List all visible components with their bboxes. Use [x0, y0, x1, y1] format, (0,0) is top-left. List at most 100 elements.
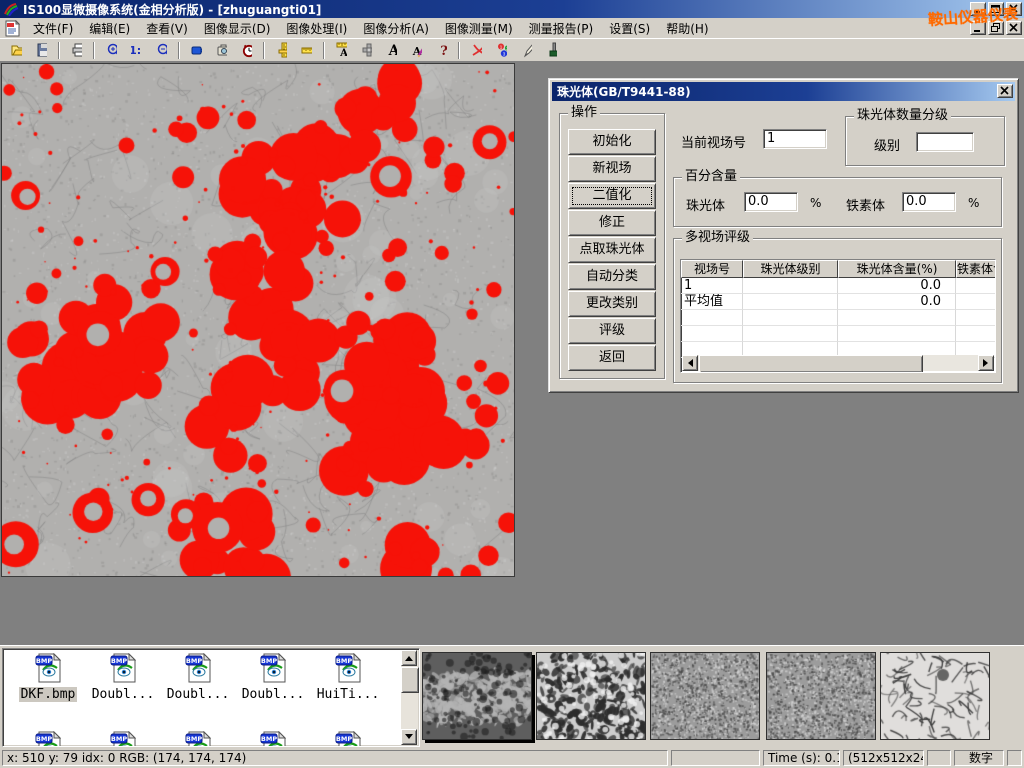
- thumbnail-1[interactable]: [422, 652, 532, 740]
- hscroll-thumb[interactable]: [699, 355, 923, 373]
- zoom-out-icon[interactable]: [149, 40, 174, 61]
- menu-item-0[interactable]: 文件(F): [25, 20, 81, 38]
- file-item-HuiTi---[interactable]: BMP HuiTi...: [311, 653, 385, 702]
- ruler-icon[interactable]: [294, 40, 319, 61]
- grid-icon[interactable]: [354, 40, 379, 61]
- table-column-header-1[interactable]: 珠光体级别: [743, 260, 838, 278]
- table-body: 10.0平均值0.0: [681, 278, 995, 358]
- file-item-Doubl---[interactable]: BMPDoubl...: [86, 653, 160, 702]
- operate-button-6[interactable]: 更改类别: [568, 291, 656, 317]
- pen-icon[interactable]: [514, 40, 539, 61]
- brush-icon[interactable]: [539, 40, 564, 61]
- file-name[interactable]: Doubl...: [240, 687, 307, 702]
- menu-item-8[interactable]: 设置(S): [601, 20, 658, 38]
- maximize-button[interactable]: [988, 2, 1004, 16]
- dialog-title-bar[interactable]: 珠光体(GB/T9441-88): [552, 82, 1015, 101]
- status-empty-1: [671, 750, 760, 766]
- file-name[interactable]: DKF.bmp: [19, 687, 78, 702]
- grading-group: 珠光体数量分级 级别: [845, 116, 1005, 166]
- file-item-Doubl---[interactable]: BMPDoubl...: [236, 653, 310, 702]
- file-list[interactable]: BMPDKF.bmpBMPDoubl...BMPDoubl...BMPDoubl…: [2, 648, 420, 747]
- save-icon[interactable]: [29, 40, 54, 61]
- table-column-header-2[interactable]: 珠光体含量(%): [838, 260, 956, 278]
- video-camera-icon[interactable]: [184, 40, 209, 61]
- operate-button-1[interactable]: 新视场: [568, 156, 656, 182]
- minimize-button[interactable]: [970, 2, 986, 16]
- status-empty-3: [1007, 750, 1022, 766]
- file-item-Doubl---[interactable]: BMPDoubl...: [161, 653, 235, 702]
- ferrite-input[interactable]: 0.0: [902, 192, 956, 212]
- table-hscrollbar[interactable]: [682, 355, 994, 371]
- scroll-left-icon[interactable]: [682, 355, 698, 371]
- operate-button-7[interactable]: 评级: [568, 318, 656, 344]
- file-browser-panel: BMPDKF.bmpBMPDoubl...BMPDoubl...BMPDoubl…: [0, 645, 1024, 748]
- table-column-header-3[interactable]: 铁素体含量(%): [956, 260, 996, 278]
- print-icon[interactable]: [64, 40, 89, 61]
- edit-text-icon[interactable]: A: [404, 40, 429, 61]
- file-item-clipped[interactable]: BMP: [161, 731, 235, 747]
- thumbnail-4[interactable]: [766, 652, 876, 740]
- table-row[interactable]: [681, 310, 995, 326]
- file-item-clipped[interactable]: BMP: [86, 731, 160, 747]
- file-item-clipped[interactable]: BMP: [11, 731, 85, 747]
- text-icon[interactable]: A: [379, 40, 404, 61]
- scroll-down-icon[interactable]: [401, 729, 417, 745]
- file-name[interactable]: Doubl...: [90, 687, 157, 702]
- operate-button-2[interactable]: 二值化: [568, 183, 656, 209]
- child-close-button[interactable]: [1006, 21, 1022, 35]
- scroll-up-icon[interactable]: [401, 650, 417, 666]
- measure-text-icon[interactable]: A: [329, 40, 354, 61]
- table-cell: [743, 294, 838, 310]
- current-field-input[interactable]: 1: [763, 129, 827, 149]
- grading-group-label: 珠光体数量分级: [854, 108, 951, 123]
- child-minimize-button[interactable]: [970, 21, 986, 35]
- scroll-right-icon[interactable]: [978, 355, 994, 371]
- microstructure-image[interactable]: [1, 63, 515, 577]
- caliper-icon[interactable]: [269, 40, 294, 61]
- operate-button-5[interactable]: 自动分类: [568, 264, 656, 290]
- thumbnail-5[interactable]: [880, 652, 990, 740]
- level-input[interactable]: [916, 132, 974, 152]
- menu-item-1[interactable]: 编辑(E): [81, 20, 138, 38]
- menu-item-5[interactable]: 图像分析(A): [355, 20, 437, 38]
- child-restore-button[interactable]: [988, 21, 1004, 35]
- table-row[interactable]: 平均值0.0: [681, 294, 995, 310]
- menu-item-3[interactable]: 图像显示(D): [196, 20, 279, 38]
- zoom-in-icon[interactable]: [99, 40, 124, 61]
- operate-button-0[interactable]: 初始化: [568, 129, 656, 155]
- multi-field-table[interactable]: 视场号珠光体级别珠光体含量(%)铁素体含量(%) 10.0平均值0.0: [680, 259, 996, 373]
- thumbnail-2[interactable]: [536, 652, 646, 740]
- file-item-clipped[interactable]: BMP: [311, 731, 385, 747]
- close-button[interactable]: [1006, 2, 1022, 16]
- pearlite-input[interactable]: 0.0: [744, 192, 798, 212]
- current-field-label: 当前视场号: [681, 132, 746, 151]
- help-icon[interactable]: ?: [429, 40, 454, 61]
- menu-item-4[interactable]: 图像处理(I): [278, 20, 355, 38]
- menu-item-2[interactable]: 查看(V): [138, 20, 196, 38]
- menu-item-6[interactable]: 图像测量(M): [437, 20, 521, 38]
- classify-icon[interactable]: 123: [489, 40, 514, 61]
- table-row[interactable]: [681, 326, 995, 342]
- actual-size-icon[interactable]: 1:1: [124, 40, 149, 61]
- curve-tool-icon[interactable]: [464, 40, 489, 61]
- file-name[interactable]: Doubl...: [165, 687, 232, 702]
- camera-icon[interactable]: [209, 40, 234, 61]
- operate-button-8[interactable]: 返回: [568, 345, 656, 371]
- dialog-close-icon[interactable]: [997, 84, 1013, 98]
- file-item-clipped[interactable]: BMP: [236, 731, 310, 747]
- table-row[interactable]: 10.0: [681, 278, 995, 294]
- file-item-DKF-bmp[interactable]: BMPDKF.bmp: [11, 653, 85, 702]
- file-list-vscrollbar[interactable]: [401, 650, 418, 745]
- timer-icon[interactable]: [234, 40, 259, 61]
- open-icon[interactable]: [4, 40, 29, 61]
- vscroll-thumb[interactable]: [401, 667, 419, 693]
- svg-text:BMP: BMP: [336, 657, 352, 665]
- menu-item-7[interactable]: 测量报告(P): [521, 20, 602, 38]
- level-label: 级别: [874, 135, 900, 154]
- operate-button-3[interactable]: 修正: [568, 210, 656, 236]
- table-column-header-0[interactable]: 视场号: [681, 260, 743, 278]
- operate-button-4[interactable]: 点取珠光体: [568, 237, 656, 263]
- menu-item-9[interactable]: 帮助(H): [658, 20, 716, 38]
- thumbnail-3[interactable]: [650, 652, 760, 740]
- file-name[interactable]: HuiTi...: [315, 687, 382, 702]
